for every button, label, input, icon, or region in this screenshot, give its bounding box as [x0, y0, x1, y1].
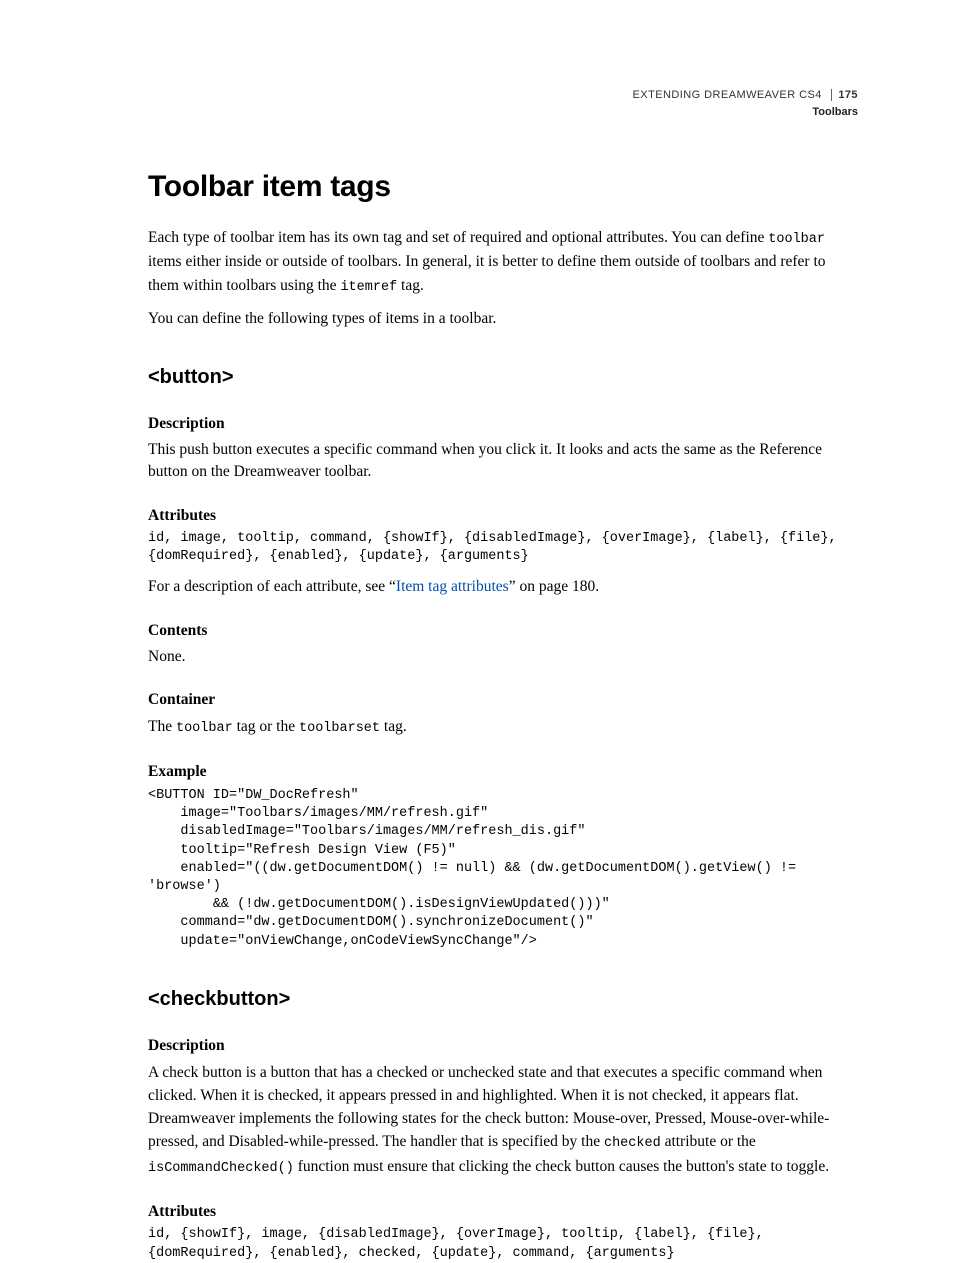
button-attributes-code: id, image, tooltip, command, {showIf}, {…	[148, 530, 858, 566]
document-page: EXTENDING DREAMWEAVER CS4 175 Toolbars T…	[0, 0, 954, 1235]
xref-item-tag-attributes[interactable]: Item tag attributes	[396, 578, 509, 595]
text: ” on page 180.	[509, 578, 599, 595]
text: tag or the	[233, 718, 299, 735]
running-header: EXTENDING DREAMWEAVER CS4 175 Toolbars	[633, 88, 858, 121]
button-description: This push button executes a specific com…	[148, 439, 858, 482]
label-description: Description	[148, 1035, 858, 1057]
text: Each type of toolbar item has its own ta…	[148, 229, 768, 246]
label-attributes: Attributes	[148, 1201, 858, 1223]
text: tag.	[380, 718, 407, 735]
checkbutton-attributes-code: id, {showIf}, image, {disabledImage}, {o…	[148, 1226, 858, 1262]
label-container: Container	[148, 689, 858, 711]
inline-code: itemref	[340, 280, 397, 295]
inline-code: toolbar	[176, 721, 233, 736]
button-attr-xref: For a description of each attribute, see…	[148, 575, 858, 598]
inline-code: checked	[604, 1136, 661, 1151]
label-example: Example	[148, 761, 858, 783]
intro-paragraph-2: You can define the following types of it…	[148, 308, 858, 330]
page-number: 175	[831, 89, 858, 101]
inline-code: toolbarset	[299, 721, 380, 736]
inline-code: isCommandChecked()	[148, 1161, 294, 1176]
label-contents: Contents	[148, 620, 858, 642]
heading-checkbutton: <checkbutton>	[148, 985, 858, 1013]
text: The	[148, 718, 176, 735]
chapter-name: Toolbars	[633, 105, 858, 120]
page-title: Toolbar item tags	[148, 166, 858, 208]
text: tag.	[397, 277, 424, 294]
heading-button: <button>	[148, 363, 858, 391]
text: function must ensure that clicking the c…	[294, 1158, 829, 1175]
intro-paragraph-1: Each type of toolbar item has its own ta…	[148, 226, 858, 298]
button-example-code: <BUTTON ID="DW_DocRefresh" image="Toolba…	[148, 787, 858, 951]
button-container: The toolbar tag or the toolbarset tag.	[148, 715, 858, 739]
text: For a description of each attribute, see…	[148, 578, 396, 595]
text: items either inside or outside of toolba…	[148, 253, 826, 293]
checkbutton-description: A check button is a button that has a ch…	[148, 1061, 858, 1179]
label-description: Description	[148, 413, 858, 435]
inline-code: toolbar	[768, 232, 825, 247]
label-attributes: Attributes	[148, 505, 858, 527]
button-contents: None.	[148, 646, 858, 668]
text: attribute or the	[661, 1133, 756, 1150]
book-title: EXTENDING DREAMWEAVER CS4	[633, 89, 822, 101]
